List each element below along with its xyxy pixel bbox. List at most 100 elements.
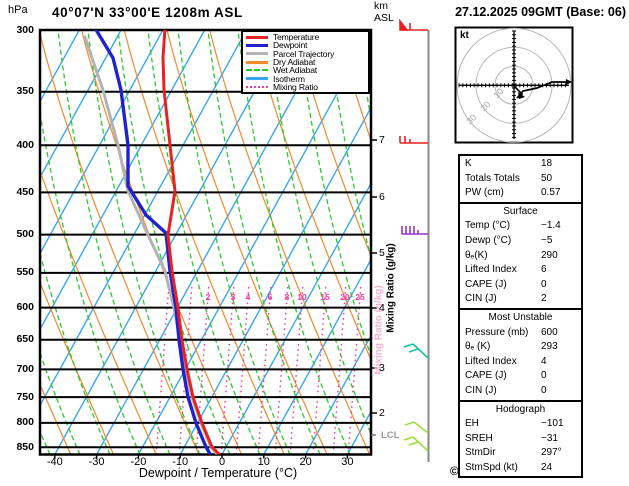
x-tick-label: 10	[247, 456, 281, 468]
table-section-header: Surface	[460, 205, 581, 220]
table-row: CAPE (J)0	[460, 278, 581, 293]
table-row: StmSpd (kt)24	[460, 461, 581, 476]
legend-swatch	[246, 52, 268, 55]
table-row-label: StmSpd (kt)	[460, 461, 541, 476]
table-section: HodographEH−101SREH−31StmDir297°StmSpd (…	[460, 400, 581, 477]
table-row-label: CAPE (J)	[460, 369, 541, 384]
pressure-tick-label: 650	[4, 333, 34, 345]
table-row-label: Totals Totals	[460, 172, 541, 187]
table-row-label: K	[460, 157, 541, 172]
skewt-sounding-page: 102030kt hPa 40°07'N 33°00'E 1208m ASL k…	[0, 0, 629, 486]
table-row: EH−101	[460, 417, 581, 432]
mixing-ratio-value-label: 6	[261, 292, 279, 302]
table-row-value: 290	[541, 249, 581, 264]
legend-swatch	[246, 36, 268, 39]
table-row-label: PW (cm)	[460, 186, 541, 201]
hodograph-unit-label: kt	[460, 30, 470, 41]
table-row: θₑ(K)290	[460, 249, 581, 264]
table-row: CIN (J)0	[460, 384, 581, 399]
pressure-unit-label: hPa	[8, 4, 28, 16]
wind-barb	[400, 21, 428, 30]
x-tick-label: -20	[121, 456, 155, 468]
table-row-label: Pressure (mb)	[460, 326, 541, 341]
table-section-header: Hodograph	[460, 403, 581, 418]
table-row-value: −1.4	[541, 219, 581, 234]
legend-item: Temperature	[246, 33, 368, 41]
x-tick-label: -30	[80, 456, 114, 468]
pressure-tick-label: 800	[4, 416, 34, 428]
legend-label: Mixing Ratio	[273, 83, 318, 91]
table-row: PW (cm)0.57	[460, 186, 581, 201]
table-row-value: 2	[541, 292, 581, 307]
table-row-label: Dewp (°C)	[460, 234, 541, 249]
table-row: Totals Totals50	[460, 172, 581, 187]
x-tick-label: 30	[330, 456, 364, 468]
km-tick-label: 2	[379, 407, 385, 419]
table-row-value: 50	[541, 172, 581, 187]
km-tick-label: 5	[379, 247, 385, 259]
table-row-value: 0	[541, 278, 581, 293]
table-row-label: θₑ(K)	[460, 249, 541, 264]
table-row: θₑ (K)293	[460, 340, 581, 355]
table-row-value: 18	[541, 157, 581, 172]
parcel-trajectory-trace	[85, 37, 217, 454]
table-section-header: Most Unstable	[460, 311, 581, 326]
table-row: Lifted Index6	[460, 263, 581, 278]
pressure-tick-label: 500	[4, 228, 34, 240]
table-row-value: 24	[541, 461, 581, 476]
pressure-tick-label: 700	[4, 363, 34, 375]
pressure-tick-label: 850	[4, 441, 34, 453]
km-tick-label: 4	[379, 302, 385, 314]
legend-box: TemperatureDewpointParcel TrajectoryDry …	[241, 30, 370, 94]
table-row-value: −101	[541, 417, 581, 432]
pressure-tick-label: 550	[4, 266, 34, 278]
mixing-ratio-value-label: 15	[316, 292, 334, 302]
table-row: K18	[460, 157, 581, 172]
mixing-ratio-value-label: 25	[351, 292, 369, 302]
table-row-label: Lifted Index	[460, 355, 541, 370]
x-axis-label: Dewpoint / Temperature (°C)	[90, 466, 346, 480]
km-tick-label: 7	[379, 134, 385, 146]
asl-unit-label: ASL	[374, 12, 394, 24]
table-row-label: CIN (J)	[460, 384, 541, 399]
table-row-label: Temp (°C)	[460, 219, 541, 234]
mixing-ratio-axis-label: Mixing Ratio (g/kg)	[386, 243, 397, 332]
table-row: Pressure (mb)600	[460, 326, 581, 341]
table-row-value: 297°	[541, 446, 581, 461]
table-section: K18Totals Totals50PW (cm)0.57	[460, 156, 581, 202]
indices-table: K18Totals Totals50PW (cm)0.57SurfaceTemp…	[458, 154, 583, 478]
pressure-tick-label: 750	[4, 391, 34, 403]
table-row-label: SREH	[460, 432, 541, 447]
legend-swatch	[246, 77, 268, 80]
pressure-tick-label: 450	[4, 186, 34, 198]
table-row: CIN (J)2	[460, 292, 581, 307]
table-row-value: 6	[541, 263, 581, 278]
wind-barb	[400, 136, 428, 143]
table-row-value: −31	[541, 432, 581, 447]
mixing-ratio-value-label: 10	[293, 292, 311, 302]
table-row-value: 0	[541, 384, 581, 399]
pressure-tick-label: 350	[4, 85, 34, 97]
legend-swatch	[246, 86, 268, 88]
pressure-tick-label: 600	[4, 301, 34, 313]
mixing-ratio-value-label: 4	[239, 292, 257, 302]
table-row-label: CAPE (J)	[460, 278, 541, 293]
x-tick-label: 0	[205, 456, 239, 468]
wind-barb	[404, 344, 428, 358]
table-row: CAPE (J)0	[460, 369, 581, 384]
table-section: SurfaceTemp (°C)−1.4Dewp (°C)−5θₑ(K)290L…	[460, 202, 581, 308]
legend-item: Mixing Ratio	[246, 83, 368, 91]
legend-item: Wet Adiabat	[246, 66, 368, 74]
table-row: Temp (°C)−1.4	[460, 219, 581, 234]
x-tick-label: 20	[289, 456, 323, 468]
wind-barb	[402, 226, 428, 234]
mixing-ratio-value-label: 2	[199, 292, 217, 302]
table-row-value: 0	[541, 369, 581, 384]
table-row-value: 4	[541, 355, 581, 370]
table-row-label: CIN (J)	[460, 292, 541, 307]
x-tick-label: -10	[163, 456, 197, 468]
table-row-label: StmDir	[460, 446, 541, 461]
table-row: Dewp (°C)−5	[460, 234, 581, 249]
legend-swatch	[246, 44, 268, 47]
table-row-value: 293	[541, 340, 581, 355]
